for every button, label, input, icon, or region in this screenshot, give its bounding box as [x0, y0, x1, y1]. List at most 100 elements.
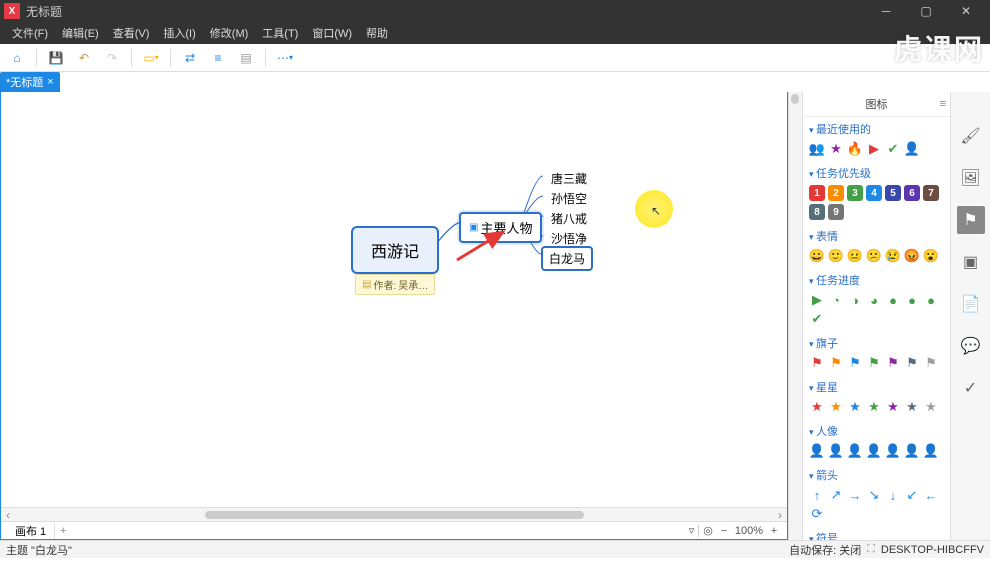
star-icon[interactable]: ★	[847, 399, 863, 415]
maximize-button[interactable]: ▢	[906, 0, 946, 22]
tab-close-icon[interactable]: ×	[47, 76, 53, 88]
more-button[interactable]: ⋯▾	[274, 47, 296, 69]
menu-modify[interactable]: 修改(M)	[204, 23, 255, 43]
group-title[interactable]: 旗子	[809, 333, 944, 353]
root-node[interactable]: 西游记	[351, 226, 439, 274]
priority-icon[interactable]: 1	[809, 185, 825, 201]
progress-icon[interactable]: ◔	[828, 292, 844, 308]
group-title[interactable]: 任务进度	[809, 270, 944, 290]
menu-tools[interactable]: 工具(T)	[256, 23, 304, 43]
notes-icon[interactable]: 📄	[957, 290, 985, 318]
note-icon[interactable]: ▣	[957, 248, 985, 276]
new-sheet-button[interactable]: ▭▾	[140, 47, 162, 69]
menu-file[interactable]: 文件(F)	[6, 23, 54, 43]
flag-icon[interactable]: ⚑	[885, 355, 901, 371]
theme-button[interactable]: ▤	[235, 47, 257, 69]
star-icon[interactable]: ★	[866, 399, 882, 415]
recent-icon[interactable]: 🔥	[847, 141, 863, 157]
arrow-icon[interactable]: ↑	[809, 487, 825, 503]
comment-icon[interactable]: 💬	[957, 332, 985, 360]
flag-icon[interactable]: ⚑	[904, 355, 920, 371]
menu-view[interactable]: 查看(V)	[107, 23, 156, 43]
home-button[interactable]: ⌂	[6, 47, 28, 69]
group-title[interactable]: 符号	[809, 528, 944, 540]
progress-icon[interactable]: ◕	[866, 292, 882, 308]
redo-button[interactable]: ↷	[101, 47, 123, 69]
leaf-node[interactable]: 孙悟空	[545, 188, 593, 210]
brush-icon[interactable]: 🖌	[957, 122, 985, 150]
flag-icon[interactable]: ⚑	[923, 355, 939, 371]
flag-icon[interactable]: ⚑	[828, 355, 844, 371]
star-icon[interactable]: ★	[904, 399, 920, 415]
progress-icon[interactable]: ▶	[809, 292, 825, 308]
tab-untitled[interactable]: *无标题 ×	[0, 72, 60, 92]
panel-options-icon[interactable]: ≡	[940, 98, 946, 110]
arrow-icon[interactable]: ↗	[828, 487, 844, 503]
scroll-thumb[interactable]	[205, 511, 584, 519]
emotion-icon[interactable]: 😢	[885, 248, 901, 264]
progress-icon[interactable]: ●	[885, 292, 901, 308]
priority-icon[interactable]: 5	[885, 185, 901, 201]
group-title[interactable]: 人像	[809, 421, 944, 441]
emotion-icon[interactable]: 😀	[809, 248, 825, 264]
priority-icon[interactable]: 9	[828, 204, 844, 220]
menu-help[interactable]: 帮助	[360, 23, 394, 43]
recent-icon[interactable]: ▶	[866, 141, 882, 157]
undo-button[interactable]: ↶	[73, 47, 95, 69]
menu-window[interactable]: 窗口(W)	[306, 23, 358, 43]
horizontal-scrollbar[interactable]: ‹ ›	[1, 507, 787, 521]
person-icon[interactable]: 👤	[809, 443, 825, 459]
close-button[interactable]: ✕	[946, 0, 986, 22]
flag-icon[interactable]: ⚑	[866, 355, 882, 371]
arrow-icon[interactable]: ↓	[885, 487, 901, 503]
priority-icon[interactable]: 6	[904, 185, 920, 201]
menu-edit[interactable]: 编辑(E)	[56, 23, 105, 43]
emotion-icon[interactable]: 😡	[904, 248, 920, 264]
zoom-out-button[interactable]: −	[717, 525, 731, 537]
group-title[interactable]: 星星	[809, 377, 944, 397]
filter-icon[interactable]: ▿	[689, 524, 695, 537]
target-icon[interactable]: ◎	[703, 524, 713, 537]
zoom-in-button[interactable]: +	[767, 525, 781, 537]
leaf-node-selected[interactable]: 白龙马	[541, 246, 593, 271]
scroll-right-icon[interactable]: ›	[773, 508, 787, 522]
leaf-node[interactable]: 唐三藏	[545, 168, 593, 190]
person-icon[interactable]: 👤	[885, 443, 901, 459]
arrow-icon[interactable]: ⟳	[809, 506, 825, 522]
person-icon[interactable]: 👤	[866, 443, 882, 459]
scroll-track[interactable]	[15, 510, 773, 520]
recent-icon[interactable]: 👤	[904, 141, 920, 157]
flag-icon[interactable]: ⚑	[847, 355, 863, 371]
outline-button[interactable]: ⇄	[179, 47, 201, 69]
group-title[interactable]: 任务优先级	[809, 163, 944, 183]
marker-icon[interactable]: ⚑	[957, 206, 985, 234]
minimize-button[interactable]: ─	[866, 0, 906, 22]
recent-icon[interactable]: 👥	[809, 141, 825, 157]
mindmap-canvas[interactable]: 西游记 ▤ 作者: 吴承… ▣ 主要人物 唐三藏 孙悟空 猪八戒 沙悟净 白龙马…	[1, 92, 787, 507]
emotion-icon[interactable]: 🙂	[828, 248, 844, 264]
group-title[interactable]: 箭头	[809, 465, 944, 485]
emotion-icon[interactable]: 😐	[847, 248, 863, 264]
scroll-left-icon[interactable]: ‹	[1, 508, 15, 522]
recent-icon[interactable]: ★	[828, 141, 844, 157]
emotion-icon[interactable]: 😕	[866, 248, 882, 264]
leaf-node[interactable]: 猪八戒	[545, 208, 593, 230]
group-title[interactable]: 表情	[809, 226, 944, 246]
progress-icon[interactable]: ●	[923, 292, 939, 308]
progress-icon[interactable]: ✔	[809, 311, 825, 327]
priority-icon[interactable]: 8	[809, 204, 825, 220]
arrow-icon[interactable]: ↘	[866, 487, 882, 503]
arrow-icon[interactable]: ↙	[904, 487, 920, 503]
star-icon[interactable]: ★	[923, 399, 939, 415]
vscroll-thumb[interactable]	[791, 94, 799, 104]
group-title[interactable]: 最近使用的	[809, 119, 944, 139]
add-sheet-button[interactable]: +	[55, 525, 71, 537]
priority-icon[interactable]: 3	[847, 185, 863, 201]
priority-icon[interactable]: 4	[866, 185, 882, 201]
priority-icon[interactable]: 7	[923, 185, 939, 201]
arrow-icon[interactable]: ←	[923, 487, 939, 503]
sheet-tab[interactable]: 画布 1	[7, 523, 55, 539]
person-icon[interactable]: 👤	[847, 443, 863, 459]
progress-icon[interactable]: ●	[904, 292, 920, 308]
flag-icon[interactable]: ⚑	[809, 355, 825, 371]
